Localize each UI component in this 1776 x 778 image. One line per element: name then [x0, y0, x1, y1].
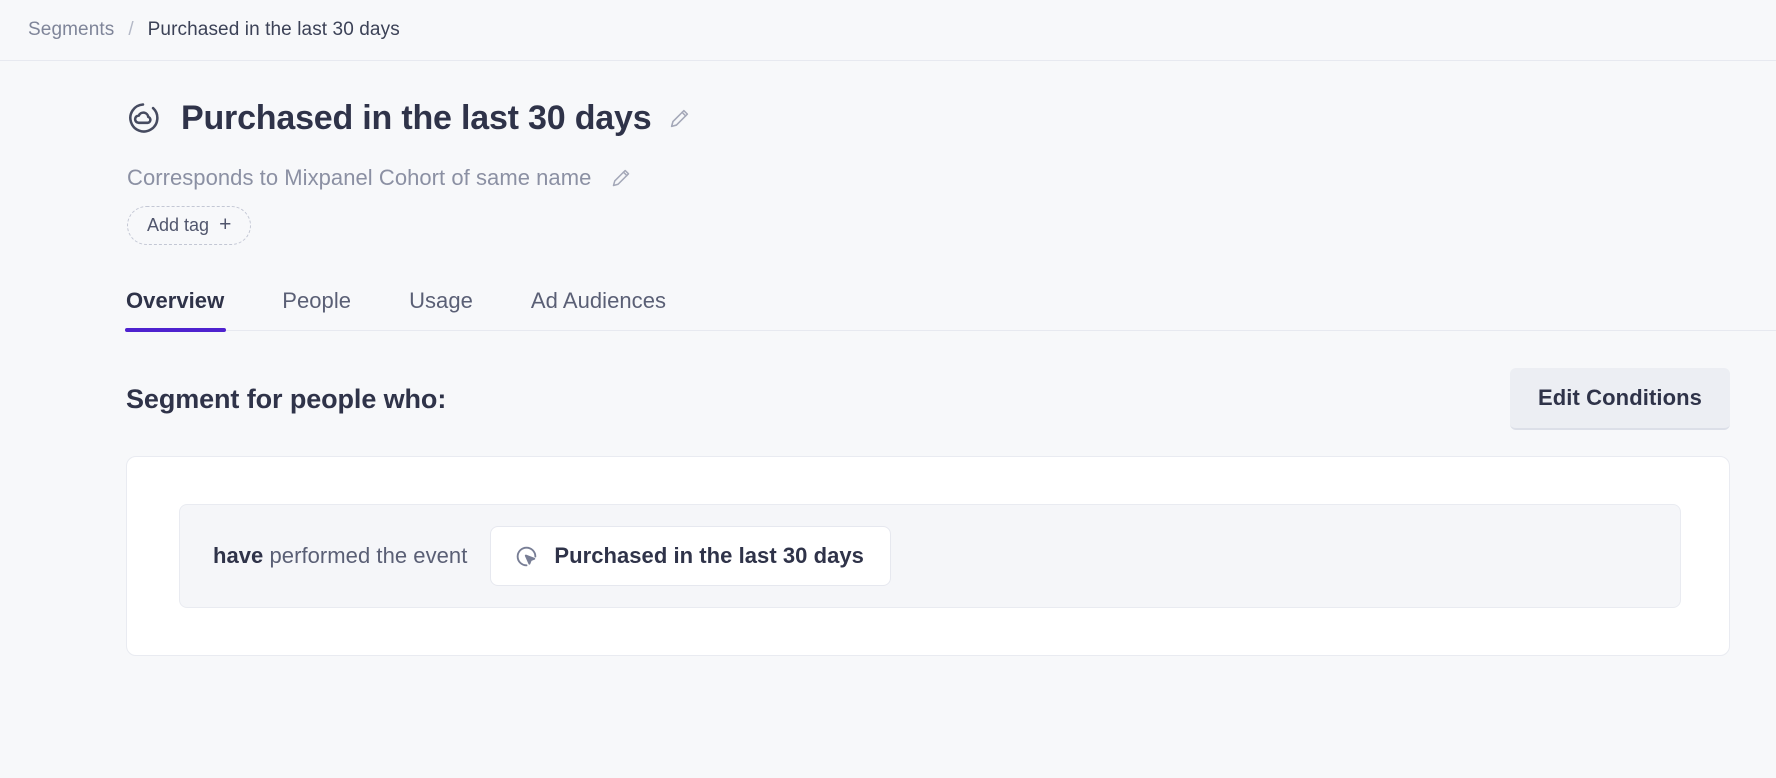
page-subtitle: Corresponds to Mixpanel Cohort of same n…	[127, 165, 592, 190]
tab-bar: Overview People Usage Ad Audiences	[124, 288, 1776, 332]
breadcrumb-current: Purchased in the last 30 days	[147, 19, 400, 40]
tab-usage[interactable]: Usage	[409, 288, 473, 330]
event-name: Purchased in the last 30 days	[554, 543, 864, 568]
condition-row[interactable]: have performed the event Purchased in th…	[179, 504, 1681, 608]
condition-prefix-rest: performed the event	[263, 543, 468, 568]
condition-prefix-bold: have	[213, 543, 264, 568]
page-title: Purchased in the last 30 days	[181, 99, 652, 137]
subtitle-edit-pencil-icon[interactable]	[591, 168, 631, 188]
page-content: Purchased in the last 30 days Correspond…	[0, 100, 1776, 656]
event-selector-pill[interactable]: Purchased in the last 30 days	[490, 526, 891, 586]
condition-prefix: have performed the event	[213, 543, 467, 569]
section-title: Segment for people who:	[126, 383, 447, 414]
conditions-card: have performed the event Purchased in th…	[126, 456, 1730, 656]
segment-cloud-icon	[125, 100, 161, 136]
add-tag-label: Add tag	[147, 215, 210, 235]
edit-conditions-button[interactable]: Edit Conditions	[1509, 368, 1730, 430]
add-tag-button[interactable]: Add tag +	[127, 206, 252, 245]
cursor-click-icon	[514, 544, 539, 569]
tag-row: Add tag +	[127, 206, 1776, 245]
breadcrumb: Segments / Purchased in the last 30 days	[0, 0, 1776, 61]
breadcrumb-separator: /	[128, 19, 134, 40]
tab-people[interactable]: People	[282, 288, 351, 330]
plus-icon: +	[219, 213, 232, 236]
title-edit-pencil-icon[interactable]	[651, 108, 690, 129]
tab-overview[interactable]: Overview	[124, 288, 227, 332]
page-title-row: Purchased in the last 30 days	[125, 100, 1776, 136]
tab-ad-audiences[interactable]: Ad Audiences	[531, 288, 666, 330]
page-subtitle-row: Corresponds to Mixpanel Cohort of same n…	[127, 165, 1776, 191]
section-header-row: Segment for people who: Edit Conditions	[126, 368, 1776, 430]
breadcrumb-link-segments[interactable]: Segments	[28, 19, 114, 41]
